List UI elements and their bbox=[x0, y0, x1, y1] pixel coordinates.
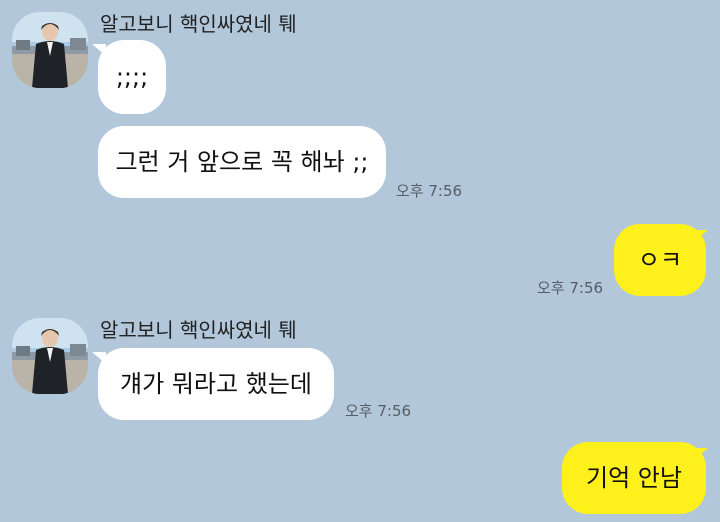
message-timestamp: 오후 7:56 bbox=[537, 279, 604, 297]
message-bubble[interactable]: 그런 거 앞으로 꼭 해놔 ;; bbox=[98, 126, 386, 198]
message-timestamp: 오후 7:56 bbox=[396, 182, 463, 200]
message-bubble[interactable]: ㅇㅋ bbox=[614, 224, 706, 296]
profile-photo-image bbox=[12, 318, 88, 394]
message-bubble[interactable]: ;;;; bbox=[98, 40, 166, 114]
sender-name: 알고보니 핵인싸였네 퉤 bbox=[100, 12, 297, 36]
sender-name: 알고보니 핵인싸였네 퉤 bbox=[100, 318, 297, 342]
message-timestamp: 오후 7:56 bbox=[345, 402, 412, 420]
avatar[interactable] bbox=[12, 318, 88, 394]
message-bubble[interactable]: 기억 안남 bbox=[562, 442, 706, 514]
avatar[interactable] bbox=[12, 12, 88, 88]
message-bubble[interactable]: 걔가 뭐라고 했는데 bbox=[98, 348, 334, 420]
profile-photo-image bbox=[12, 12, 88, 88]
